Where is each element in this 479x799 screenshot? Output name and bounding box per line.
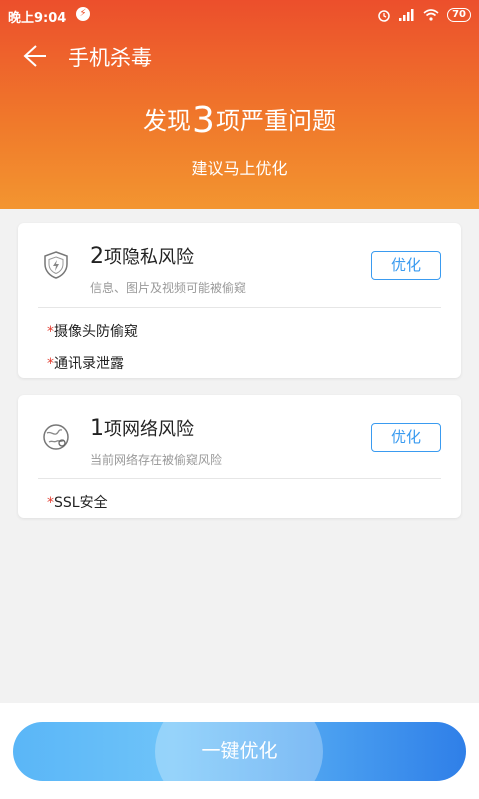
alert-mark: * bbox=[47, 495, 54, 511]
card-title: 2项隐私风险 bbox=[90, 243, 194, 269]
risk-count: 2 bbox=[90, 244, 104, 269]
status-time: 晚上9:04 bbox=[8, 11, 67, 26]
battery-icon: 70 bbox=[447, 8, 471, 22]
network-risk-card: 1项网络风险 当前网络存在被偷窥风险 优化 *SSL安全 bbox=[18, 395, 461, 518]
summary-headline: 发现3项严重问题 bbox=[0, 100, 479, 141]
page-title: 手机杀毒 bbox=[68, 46, 152, 70]
card-description: 当前网络存在被偷窥风险 bbox=[90, 453, 223, 467]
back-arrow-icon[interactable] bbox=[16, 40, 48, 72]
optimize-network-button[interactable]: 优化 bbox=[371, 423, 441, 452]
alert-mark: * bbox=[47, 324, 54, 340]
divider bbox=[38, 307, 441, 308]
risk-count: 1 bbox=[90, 416, 104, 441]
title-bar: 手机杀毒 bbox=[0, 38, 479, 74]
globe-icon bbox=[43, 424, 69, 450]
risk-title: 项隐私风险 bbox=[104, 247, 194, 268]
alarm-icon bbox=[378, 10, 390, 22]
optimize-privacy-button[interactable]: 优化 bbox=[371, 251, 441, 280]
divider bbox=[38, 478, 441, 479]
one-click-optimize-button[interactable]: 一键优化 bbox=[13, 722, 466, 781]
wifi-icon bbox=[423, 9, 439, 21]
shield-icon bbox=[44, 251, 68, 279]
summary-subtitle: 建议马上优化 bbox=[191, 159, 288, 178]
one-click-optimize-label: 一键优化 bbox=[201, 740, 278, 762]
card-description: 信息、图片及视频可能被偷窥 bbox=[90, 281, 247, 295]
status-bar: 晚上9:04 ⚡ 70 bbox=[0, 0, 479, 30]
risk-item-label: SSL安全 bbox=[54, 495, 108, 511]
risk-item-ssl: *SSL安全 bbox=[47, 492, 108, 512]
privacy-risk-card: 2项隐私风险 信息、图片及视频可能被偷窥 优化 *摄像头防偷窥 *通讯录泄露 bbox=[18, 223, 461, 378]
risk-item-camera: *摄像头防偷窥 bbox=[47, 321, 138, 341]
risk-item-label: 通讯录泄露 bbox=[54, 356, 124, 372]
risk-title: 项网络风险 bbox=[104, 419, 194, 440]
summary-prefix: 发现 bbox=[143, 107, 192, 135]
app-notification-icon: ⚡ bbox=[76, 7, 90, 21]
status-right: 70 bbox=[377, 6, 471, 24]
alert-mark: * bbox=[47, 356, 54, 372]
header: 晚上9:04 ⚡ 70 手机杀毒 发现3项严重问题 建议马上优化 bbox=[0, 0, 479, 209]
summary-suffix: 项严重问题 bbox=[215, 107, 336, 135]
problem-count: 3 bbox=[192, 100, 215, 141]
risk-item-contacts: *通讯录泄露 bbox=[47, 353, 124, 373]
risk-item-label: 摄像头防偷窥 bbox=[54, 324, 138, 340]
signal-icon bbox=[399, 9, 414, 21]
card-title: 1项网络风险 bbox=[90, 415, 194, 441]
